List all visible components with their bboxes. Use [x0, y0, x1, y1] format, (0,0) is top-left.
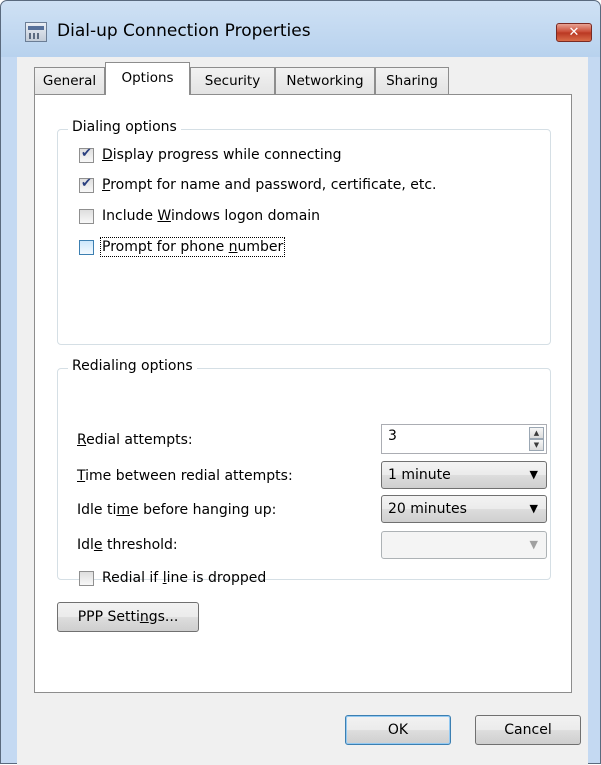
dialup-connection-icon	[25, 22, 47, 42]
close-button[interactable]: ✕	[556, 23, 592, 42]
idle-time-dropdown[interactable]: 20 minutes ▼	[381, 495, 547, 523]
options-tab-panel: Dialing options Display progress while c…	[34, 94, 572, 693]
redialing-options-legend: Redialing options	[68, 358, 197, 374]
redial-if-dropped-checkbox[interactable]	[79, 570, 94, 586]
dialing-options-legend: Dialing options	[68, 119, 181, 135]
idle-time-value: 20 minutes	[388, 501, 467, 517]
tab-sharing[interactable]: Sharing	[375, 67, 449, 94]
redial-attempts-value: 3	[388, 428, 397, 444]
chevron-down-icon: ▼	[529, 538, 538, 551]
spin-up-icon[interactable]: ▲	[529, 427, 544, 439]
redial-if-dropped-label: Redial if line is dropped	[102, 570, 267, 586]
prompt-name-password-checkbox[interactable]	[79, 176, 94, 193]
dialog-client-area: General Options Security Networking Shar…	[17, 57, 588, 765]
display-progress-option[interactable]: Display progress while connecting	[79, 146, 342, 163]
time-between-dropdown[interactable]: 1 minute ▼	[381, 461, 547, 489]
prompt-phone-number-option[interactable]: Prompt for phone number	[79, 237, 286, 257]
close-icon: ✕	[568, 25, 580, 40]
ok-button[interactable]: OK	[345, 715, 451, 745]
idle-threshold-dropdown[interactable]: ▼	[381, 531, 547, 559]
chevron-down-icon: ▼	[529, 502, 538, 515]
prompt-phone-number-checkbox[interactable]	[79, 239, 94, 255]
include-windows-logon-label: Include Windows logon domain	[102, 208, 321, 224]
time-between-value: 1 minute	[388, 467, 451, 483]
redial-attempts-spinner[interactable]: 3 ▲ ▼	[381, 424, 547, 454]
cancel-button[interactable]: Cancel	[475, 715, 581, 745]
dialog-window: Dial-up Connection Properties ✕ General …	[0, 0, 601, 765]
redial-if-dropped-option[interactable]: Redial if line is dropped	[79, 570, 266, 586]
include-windows-logon-option[interactable]: Include Windows logon domain	[79, 208, 320, 224]
time-between-label: Time between redial attempts:	[77, 468, 293, 484]
display-progress-label: Display progress while connecting	[102, 147, 342, 163]
idle-threshold-label: Idle threshold:	[77, 537, 178, 553]
prompt-name-password-label: Prompt for name and password, certificat…	[102, 177, 437, 193]
spin-down-icon[interactable]: ▼	[529, 439, 544, 451]
tab-security[interactable]: Security	[190, 67, 275, 94]
include-windows-logon-checkbox[interactable]	[79, 208, 94, 224]
prompt-name-password-option[interactable]: Prompt for name and password, certificat…	[79, 176, 437, 193]
ppp-settings-label: PPP Settings...	[77, 609, 179, 625]
tab-general[interactable]: General	[34, 67, 105, 94]
window-title: Dial-up Connection Properties	[57, 21, 311, 41]
chevron-down-icon: ▼	[529, 468, 538, 481]
tab-networking[interactable]: Networking	[275, 67, 375, 94]
display-progress-checkbox[interactable]	[79, 146, 94, 163]
tab-options[interactable]: Options	[105, 62, 190, 95]
ppp-settings-button[interactable]: PPP Settings...	[57, 602, 199, 632]
redial-attempts-label: Redial attempts:	[77, 432, 193, 448]
title-bar: Dial-up Connection Properties ✕	[1, 1, 600, 57]
idle-time-label: Idle time before hanging up:	[77, 502, 277, 518]
prompt-phone-number-label: Prompt for phone number	[99, 237, 286, 257]
